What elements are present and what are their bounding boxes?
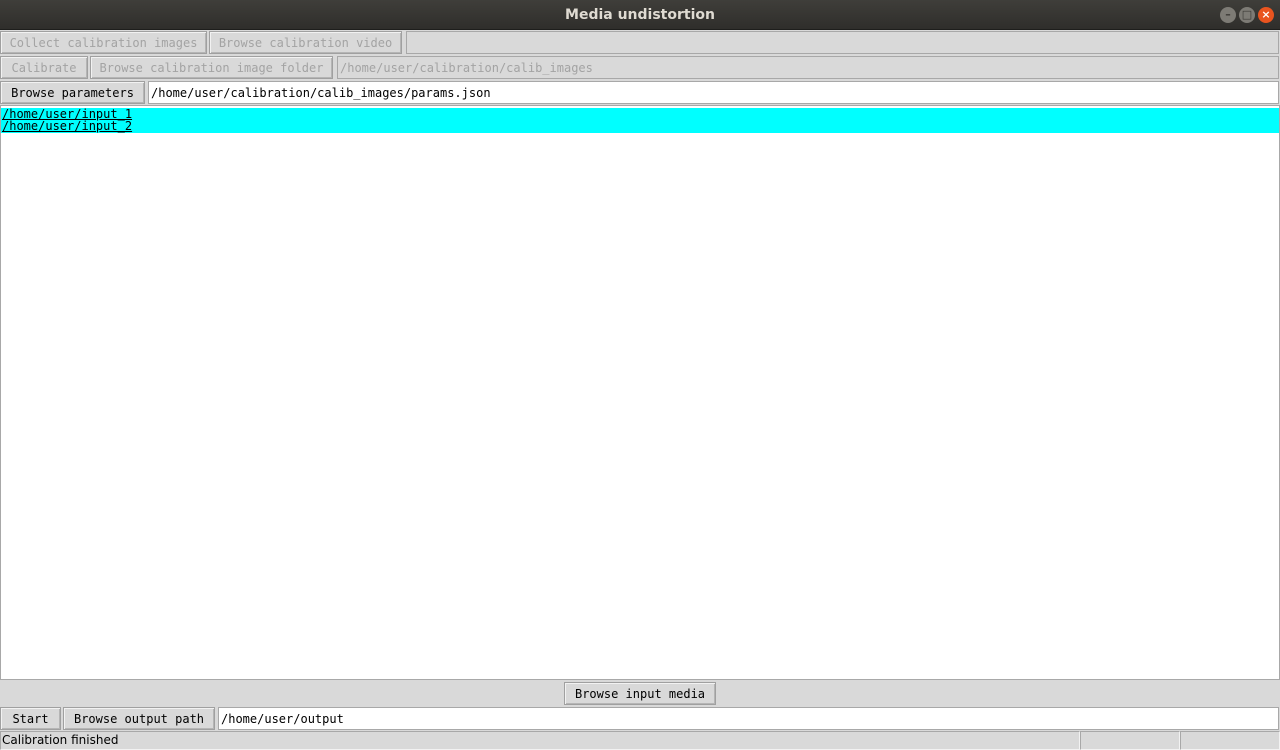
minimize-icon[interactable]: –	[1220, 7, 1236, 23]
status-message: Calibration finished	[0, 731, 1080, 750]
status-cell-2	[1080, 731, 1180, 750]
output-path-field[interactable]: /home/user/output	[218, 707, 1279, 730]
parameters-row: Browse parameters /home/user/calibration…	[0, 81, 1280, 104]
collect-calibration-images-button[interactable]: Collect calibration images	[0, 31, 207, 54]
list-item[interactable]: /home/user/input_1	[1, 108, 1279, 120]
browse-parameters-button[interactable]: Browse parameters	[0, 81, 145, 104]
status-cell-3	[1180, 731, 1280, 750]
list-item[interactable]: /home/user/input_2	[1, 120, 1279, 133]
browse-calibration-video-button[interactable]: Browse calibration video	[209, 31, 402, 54]
maximize-icon[interactable]: □	[1239, 7, 1255, 23]
browse-input-media-button[interactable]: Browse input media	[564, 682, 716, 705]
output-row: Start Browse output path /home/user/outp…	[0, 707, 1280, 730]
calibration-video-path-field[interactable]	[406, 31, 1279, 54]
browse-calibration-image-folder-button[interactable]: Browse calibration image folder	[90, 56, 333, 79]
window-title: Media undistortion	[565, 6, 715, 23]
parameters-path-field[interactable]: /home/user/calibration/calib_images/para…	[148, 81, 1279, 104]
start-button[interactable]: Start	[0, 707, 61, 730]
input-media-listbox[interactable]: /home/user/input_1 /home/user/input_2	[0, 105, 1280, 680]
calibrate-button[interactable]: Calibrate	[0, 56, 88, 79]
list-item-label: /home/user/input_2	[2, 119, 133, 133]
input-media-button-row: Browse input media	[0, 681, 1280, 706]
window-titlebar[interactable]: Media undistortion – □ ×	[0, 0, 1280, 30]
calibration-collect-row: Collect calibration images Browse calibr…	[0, 31, 1280, 54]
status-bar: Calibration finished	[0, 731, 1280, 750]
close-icon[interactable]: ×	[1258, 7, 1274, 23]
calibrate-row: Calibrate Browse calibration image folde…	[0, 56, 1280, 79]
calibration-image-folder-field[interactable]: /home/user/calibration/calib_images	[337, 56, 1279, 79]
window-controls: – □ ×	[1220, 7, 1274, 23]
browse-output-path-button[interactable]: Browse output path	[63, 707, 215, 730]
